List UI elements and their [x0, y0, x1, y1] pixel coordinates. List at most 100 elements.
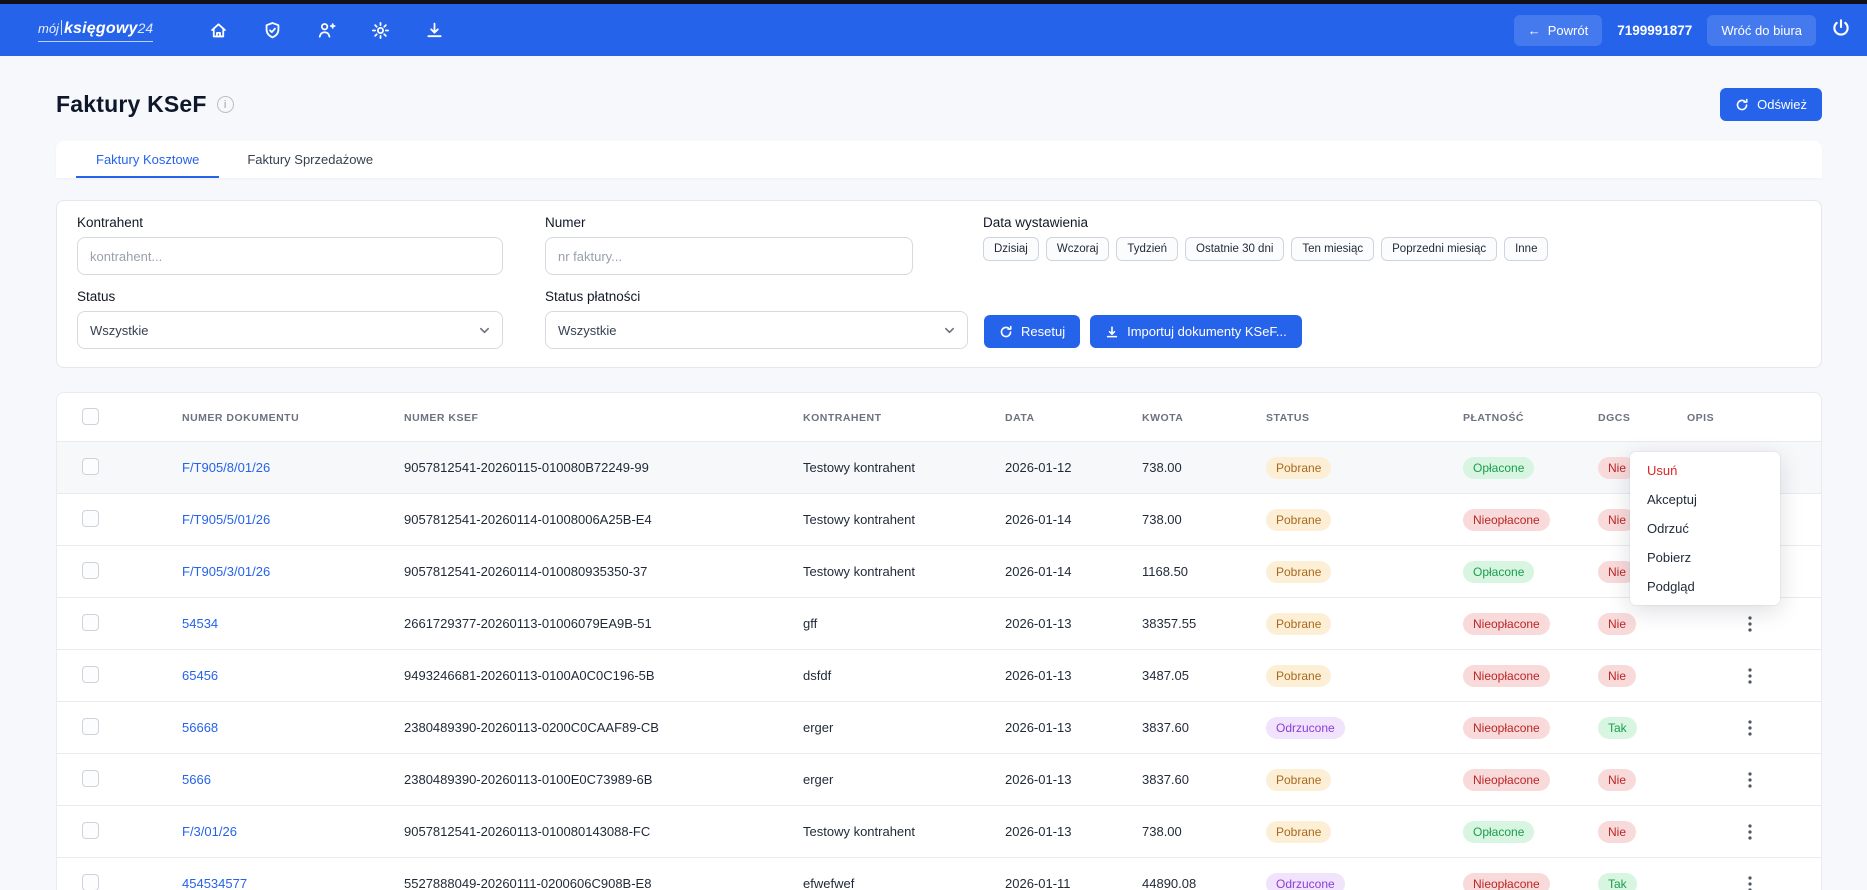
row-actions-kebab-button[interactable] [1735, 608, 1765, 640]
document-number-link[interactable]: 454534577 [182, 876, 247, 890]
row-checkbox[interactable] [82, 770, 99, 787]
tab-faktury-kosztowe[interactable]: Faktury Kosztowe [72, 141, 223, 178]
row-actions-kebab-button[interactable] [1735, 816, 1765, 848]
select-all-checkbox[interactable] [82, 408, 99, 425]
kontrahent-cell: Testowy kontrahent [795, 546, 997, 598]
status-badge: Pobrane [1266, 509, 1331, 531]
logo-suffix: 24 [138, 20, 154, 36]
context-menu-item-3[interactable]: Pobierz [1630, 543, 1780, 572]
document-number-link[interactable]: F/3/01/26 [182, 824, 237, 839]
col-header-ksef: NUMER KSEF [396, 393, 795, 442]
reset-button[interactable]: Resetuj [984, 315, 1080, 348]
row-actions-kebab-button[interactable] [1735, 712, 1765, 744]
date-range-button-4[interactable]: Ten miesiąc [1291, 237, 1374, 261]
document-number-link[interactable]: 65456 [182, 668, 218, 683]
dgcs-badge: Tak [1598, 717, 1637, 739]
context-menu-item-2[interactable]: Odrzuć [1630, 514, 1780, 543]
app-logo[interactable]: mój księgowy 24 [38, 18, 153, 42]
row-actions-kebab-button[interactable] [1735, 868, 1765, 890]
date-range-button-0[interactable]: Dzisiaj [983, 237, 1039, 261]
payment-status-select[interactable]: Wszystkie [545, 311, 968, 349]
table-row: 5666 2380489390-20260113-0100E0C73989-6B… [57, 754, 1821, 806]
date-range-button-6[interactable]: Inne [1504, 237, 1548, 261]
return-to-office-button[interactable]: Wróć do biura [1707, 15, 1816, 46]
row-checkbox[interactable] [82, 614, 99, 631]
context-menu-item-1[interactable]: Akceptuj [1630, 485, 1780, 514]
payment-badge: Nieopłacone [1463, 769, 1550, 791]
table-row: F/3/01/26 9057812541-20260113-0100801430… [57, 806, 1821, 858]
amount-cell: 738.00 [1134, 494, 1258, 546]
document-number-link[interactable]: 54534 [182, 616, 218, 631]
tab-faktury-sprzedazowe[interactable]: Faktury Sprzedażowe [223, 141, 397, 178]
shield-check-icon[interactable] [255, 13, 289, 47]
refresh-button[interactable]: Odśwież [1720, 88, 1822, 121]
context-menu-item-4[interactable]: Podgląd [1630, 572, 1780, 601]
date-range-button-2[interactable]: Tydzień [1116, 237, 1178, 261]
account-number: 7199991877 [1617, 23, 1692, 38]
status-badge: Pobrane [1266, 561, 1331, 583]
payment-badge: Nieopłacone [1463, 613, 1550, 635]
row-actions-kebab-button[interactable] [1735, 660, 1765, 692]
import-ksef-button[interactable]: Importuj dokumenty KSeF... [1090, 315, 1302, 348]
status-select[interactable]: Wszystkie [77, 311, 503, 349]
kebab-icon [1748, 720, 1752, 736]
date-range-button-5[interactable]: Poprzedni miesiąc [1381, 237, 1497, 261]
row-checkbox[interactable] [82, 718, 99, 735]
date-range-button-1[interactable]: Wczoraj [1046, 237, 1110, 261]
tabs-bar: Faktury Kosztowe Faktury Sprzedażowe [56, 141, 1822, 178]
row-checkbox[interactable] [82, 510, 99, 527]
row-checkbox[interactable] [82, 458, 99, 475]
document-number-link[interactable]: F/T905/5/01/26 [182, 512, 270, 527]
tab-sales-label: Faktury Sprzedażowe [247, 152, 373, 167]
col-header-kontrahent: KONTRAHENT [795, 393, 997, 442]
document-number-link[interactable]: F/T905/3/01/26 [182, 564, 270, 579]
kontrahent-input[interactable] [77, 237, 503, 275]
user-plus-icon[interactable] [309, 13, 343, 47]
row-context-menu: UsuńAkceptujOdrzućPobierzPodgląd [1630, 452, 1780, 605]
chevron-down-icon [944, 325, 955, 336]
date-cell: 2026-01-13 [997, 598, 1134, 650]
status-badge: Pobrane [1266, 457, 1331, 479]
power-icon[interactable] [1831, 18, 1851, 43]
document-number-link[interactable]: 5666 [182, 772, 211, 787]
gear-icon[interactable] [363, 13, 397, 47]
kontrahent-cell: Testowy kontrahent [795, 494, 997, 546]
info-icon[interactable]: i [217, 96, 234, 113]
date-cell: 2026-01-14 [997, 546, 1134, 598]
kontrahent-cell: dsfdf [795, 650, 997, 702]
invoices-table: NUMER DOKUMENTU NUMER KSEF KONTRAHENT DA… [57, 393, 1821, 890]
table-row: 454534577 5527888049-20260111-0200606C90… [57, 858, 1821, 890]
row-checkbox[interactable] [82, 666, 99, 683]
payment-badge: Nieopłacone [1463, 717, 1550, 739]
filters-panel: Kontrahent Numer Data wystawienia Dzisia… [56, 200, 1822, 368]
download-icon[interactable] [417, 13, 451, 47]
document-number-link[interactable]: 56668 [182, 720, 218, 735]
kebab-icon [1748, 876, 1752, 890]
amount-cell: 3837.60 [1134, 754, 1258, 806]
dgcs-badge: Nie [1598, 613, 1636, 635]
kontrahent-cell: erger [795, 702, 997, 754]
row-checkbox[interactable] [82, 822, 99, 839]
reset-icon [999, 325, 1013, 339]
logo-divider [61, 20, 62, 35]
kebab-icon [1748, 616, 1752, 632]
row-checkbox[interactable] [82, 874, 99, 890]
date-filter-label: Data wystawienia [983, 215, 1548, 230]
download-icon [1105, 325, 1119, 339]
home-icon[interactable] [201, 13, 235, 47]
ksef-number-cell: 9057812541-20260114-010080935350-37 [396, 546, 795, 598]
context-menu-item-0[interactable]: Usuń [1630, 456, 1780, 485]
date-cell: 2026-01-12 [997, 442, 1134, 494]
dgcs-badge: Tak [1598, 873, 1637, 890]
date-range-button-3[interactable]: Ostatnie 30 dni [1185, 237, 1284, 261]
arrow-left-icon: ← [1528, 23, 1541, 38]
invoice-number-input[interactable] [545, 237, 913, 275]
ksef-number-cell: 2661729377-20260113-01006079EA9B-51 [396, 598, 795, 650]
row-checkbox[interactable] [82, 562, 99, 579]
date-cell: 2026-01-13 [997, 702, 1134, 754]
back-button[interactable]: ← Powrót [1514, 15, 1602, 46]
row-actions-kebab-button[interactable] [1735, 764, 1765, 796]
kontrahent-cell: gff [795, 598, 997, 650]
date-cell: 2026-01-13 [997, 754, 1134, 806]
document-number-link[interactable]: F/T905/8/01/26 [182, 460, 270, 475]
